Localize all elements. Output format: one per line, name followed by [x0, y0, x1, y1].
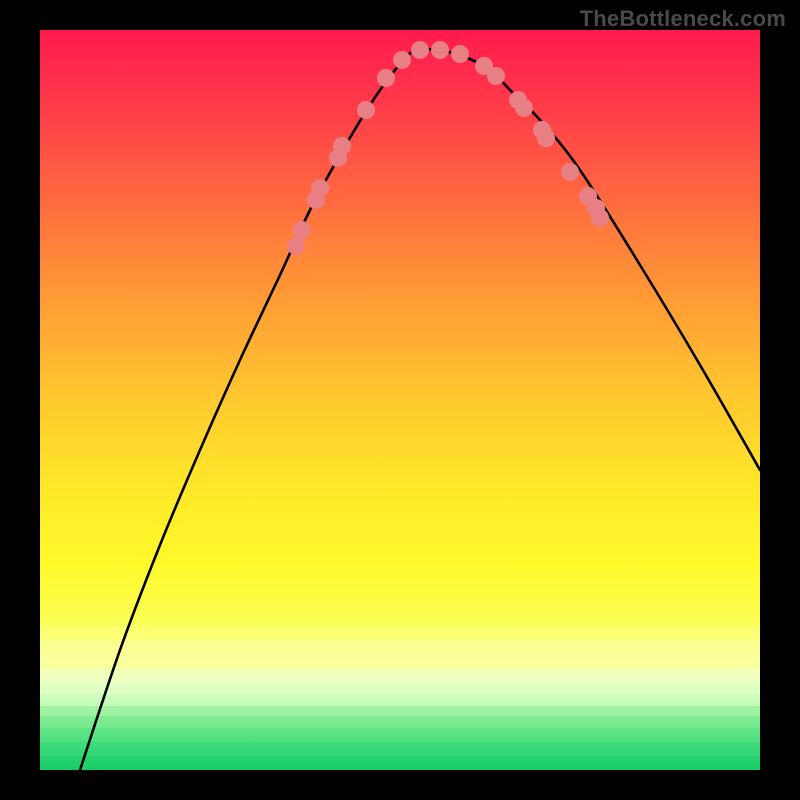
highlight-dot	[537, 129, 555, 147]
highlight-dot	[357, 101, 375, 119]
chart-frame: TheBottleneck.com	[0, 0, 800, 800]
highlight-dot	[293, 221, 311, 239]
highlight-dot	[333, 137, 351, 155]
highlight-dot	[487, 67, 505, 85]
highlight-dot	[287, 237, 305, 255]
highlight-dot	[431, 41, 449, 59]
highlight-dot	[377, 69, 395, 87]
highlight-dot	[411, 41, 429, 59]
highlight-dot	[451, 45, 469, 63]
highlight-dot	[591, 209, 609, 227]
highlight-dot	[311, 179, 329, 197]
highlight-dots-group	[287, 41, 609, 255]
bottleneck-curve	[80, 48, 760, 770]
highlight-dot	[515, 99, 533, 117]
plot-area	[40, 30, 760, 770]
highlight-dot	[393, 51, 411, 69]
highlight-dot	[561, 163, 579, 181]
watermark-text: TheBottleneck.com	[580, 6, 786, 32]
curve-layer	[40, 30, 760, 770]
